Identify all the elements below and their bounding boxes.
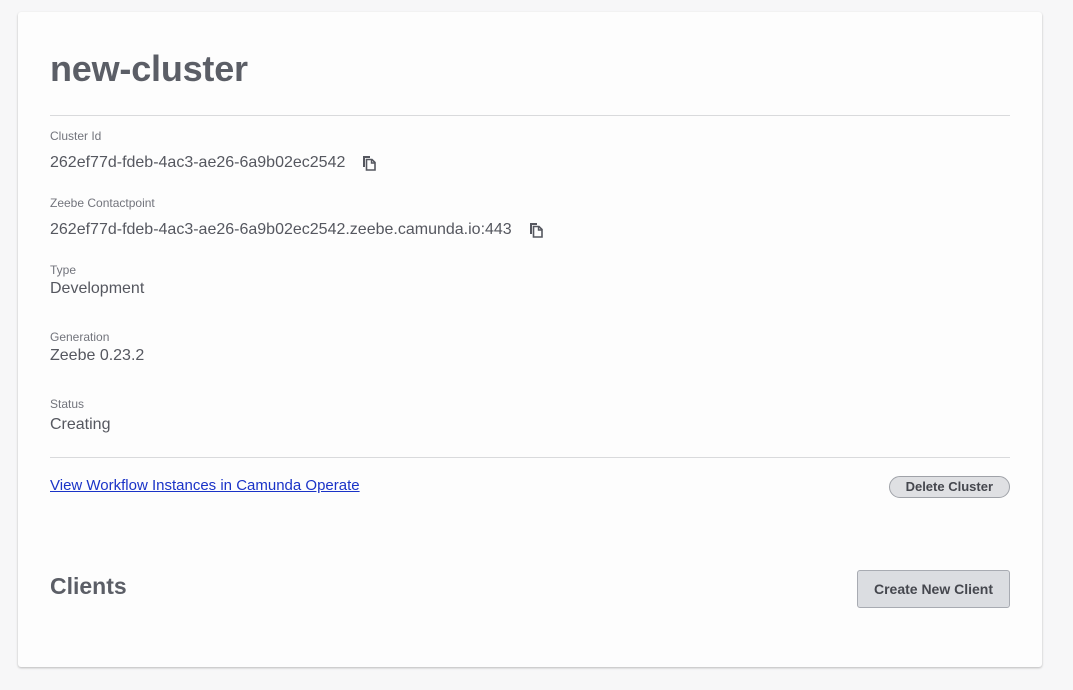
copy-icon[interactable] [361,155,377,171]
type-label: Type [50,263,77,277]
generation-value: Zeebe 0.23.2 [50,347,145,364]
create-new-client-button[interactable]: Create New Client [857,570,1010,608]
delete-cluster-button[interactable]: Delete Cluster [888,476,1010,498]
clients-section-title: Clients [50,573,127,599]
cluster-id-label: Cluster Id [50,129,102,143]
contactpoint-value: 262ef77d-fdeb-4ac3-ae26-6a9b02ec2542.zee… [50,221,512,238]
cluster-detail-card: new-cluster Cluster Id 262ef77d-fdeb-4ac… [18,12,1042,667]
status-value: Creating [50,416,111,433]
view-operate-link[interactable]: View Workflow Instances in Camunda Opera… [50,477,360,495]
cluster-id-value: 262ef77d-fdeb-4ac3-ae26-6a9b02ec2542 [50,154,346,171]
contactpoint-row: 262ef77d-fdeb-4ac3-ae26-6a9b02ec2542.zee… [50,220,544,240]
contactpoint-label: Zeebe Contactpoint [50,196,155,210]
page-title: new-cluster [50,48,248,89]
copy-icon[interactable] [528,222,544,238]
status-label: Status [50,397,85,411]
actions-divider [50,457,1010,458]
generation-label: Generation [50,330,110,344]
cluster-id-row: 262ef77d-fdeb-4ac3-ae26-6a9b02ec2542 [50,153,377,173]
type-value: Development [50,280,145,297]
header-divider [50,115,1010,116]
